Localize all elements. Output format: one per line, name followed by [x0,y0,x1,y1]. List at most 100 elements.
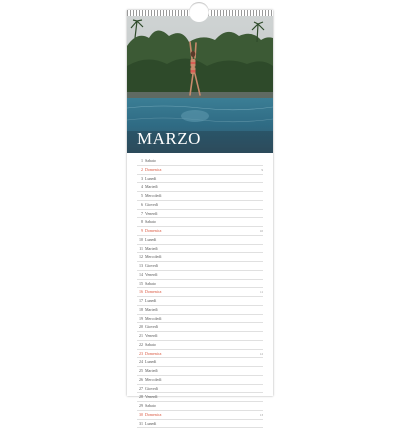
day-number: 18 [137,306,143,314]
day-number: 20 [137,323,143,331]
day-row: 19Mercoledì [137,315,263,324]
day-number: 2 [137,166,143,174]
day-number: 8 [137,218,143,226]
day-number: 5 [137,192,143,200]
day-name: Giovedì [145,385,158,393]
day-row: 2Domenica 9 [137,166,263,175]
day-name: Domenica [145,411,161,419]
day-row: 15Sabato [137,280,263,289]
day-row: 3Lunedì [137,175,263,184]
day-number: 29 [137,402,143,410]
wall-calendar: MARZO 1Sabato2Domenica93Lunedì4Martedì5M… [127,10,273,396]
day-number: 4 [137,183,143,191]
day-row: 12Mercoledì [137,253,263,262]
week-number: 12 [260,352,263,356]
day-name: Sabato [145,402,156,410]
day-name: Martedì [145,245,158,253]
week-number: 13 [260,413,263,417]
day-name: Sabato [145,341,156,349]
day-name: Giovedì [145,323,158,331]
day-row: 5Mercoledì [137,192,263,201]
day-name: Sabato [145,218,156,226]
day-number: 22 [137,341,143,349]
day-row: 7Venerdì [137,210,263,219]
day-name: Giovedì [145,201,158,209]
day-name: Lunedì [145,358,156,366]
day-name: Lunedì [145,236,156,244]
week-number: 10 [260,229,263,233]
day-number: 21 [137,332,143,340]
day-name: Martedì [145,367,158,375]
day-number: 11 [137,245,143,253]
day-name: Domenica [145,166,161,174]
day-row: 10Lunedì [137,236,263,245]
calendar-photo: MARZO [127,16,273,153]
day-number: 15 [137,280,143,288]
day-number: 23 [137,350,143,358]
day-row: 6Giovedì [137,201,263,210]
day-name: Lunedì [145,175,156,183]
day-number: 27 [137,385,143,393]
hanger-hole [189,2,209,22]
day-name: Mercoledì [145,315,161,323]
day-number: 10 [137,236,143,244]
day-name: Mercoledì [145,376,161,384]
day-row: 4Martedì [137,183,263,192]
day-row: 13Giovedì [137,262,263,271]
day-number: 9 [137,227,143,235]
day-number: 3 [137,175,143,183]
day-number: 30 [137,411,143,419]
day-number: 16 [137,288,143,296]
day-name: Mercoledì [145,192,161,200]
day-number: 26 [137,376,143,384]
day-number: 7 [137,210,143,218]
day-row: 22Sabato [137,341,263,350]
day-name: Venerdì [145,271,157,279]
day-row: 14Venerdì [137,271,263,280]
day-number: 12 [137,253,143,261]
day-row: 16Domenica 11 [137,288,263,297]
day-number: 31 [137,420,143,428]
day-name: Venerdì [145,210,157,218]
day-row: 11Martedì [137,245,263,254]
day-row: 18Martedì [137,306,263,315]
day-name: Martedì [145,306,158,314]
day-row: 23Domenica 12 [137,350,263,359]
day-name: Lunedì [145,420,156,428]
day-row: 29Sabato [137,402,263,411]
day-number: 17 [137,297,143,305]
week-number: 11 [260,290,263,294]
day-number: 14 [137,271,143,279]
day-row: 27Giovedì [137,385,263,394]
day-row: 9Domenica 10 [137,227,263,236]
day-row: 24Lunedì [137,358,263,367]
day-number: 1 [137,157,143,165]
day-number: 24 [137,358,143,366]
days-list: 1Sabato2Domenica93Lunedì4Martedì5Mercole… [137,157,263,428]
day-row: 21Venerdì [137,332,263,341]
day-row: 1Sabato [137,157,263,166]
day-row: 17Lunedì [137,297,263,306]
day-name: Venerdì [145,332,157,340]
day-number: 13 [137,262,143,270]
day-number: 19 [137,315,143,323]
day-name: Mercoledì [145,253,161,261]
day-number: 25 [137,367,143,375]
day-name: Martedì [145,183,158,191]
day-row: 26Mercoledì [137,376,263,385]
day-number: 6 [137,201,143,209]
day-name: Domenica [145,227,161,235]
month-title: MARZO [137,129,201,149]
day-name: Sabato [145,157,156,165]
day-row: 31Lunedì [137,420,263,428]
week-number: 9 [262,168,264,172]
day-name: Lunedì [145,297,156,305]
day-row: 20Giovedì [137,323,263,332]
day-row: 25Martedì [137,367,263,376]
day-row: 28Venerdì [137,393,263,402]
day-name: Domenica [145,350,161,358]
day-row: 8Sabato [137,218,263,227]
day-name: Sabato [145,280,156,288]
day-name: Domenica [145,288,161,296]
day-row: 30Domenica 13 [137,411,263,420]
